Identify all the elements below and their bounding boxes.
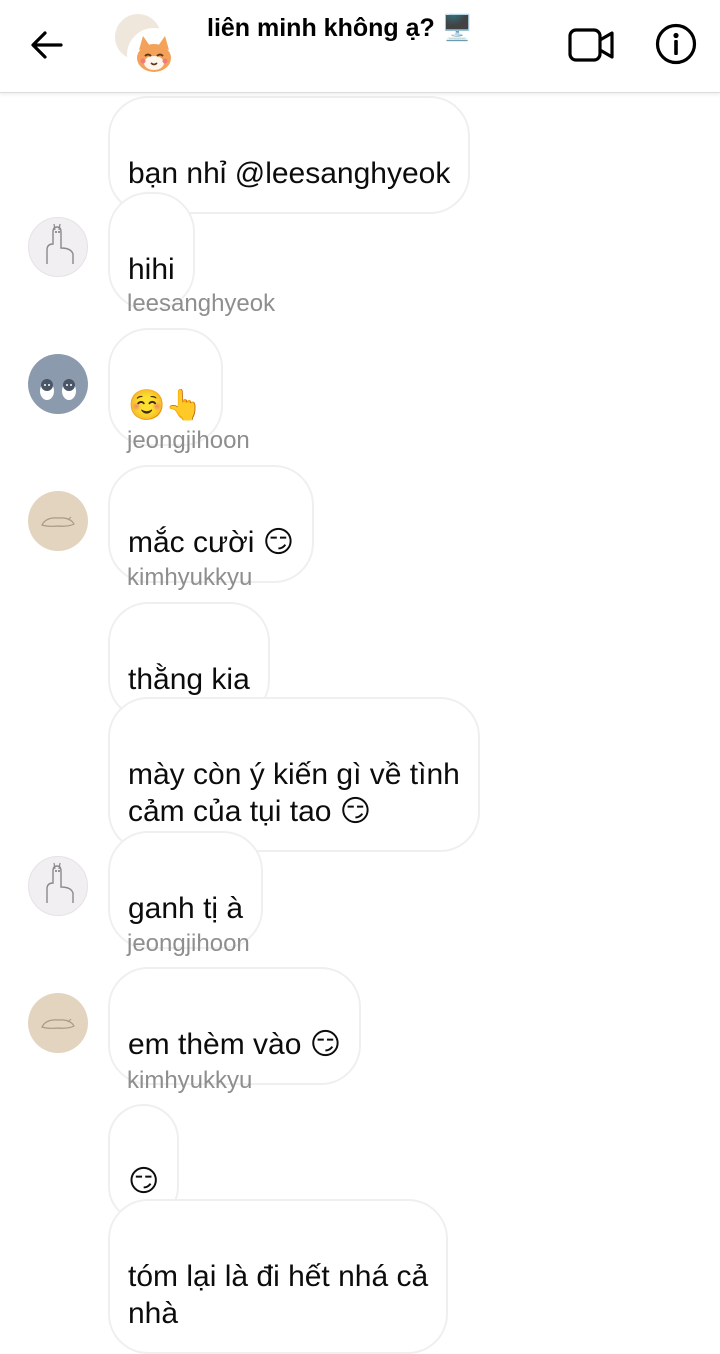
group-avatar-front xyxy=(127,28,181,82)
sender-username: jeongjihoon xyxy=(127,427,250,454)
message-text: thằng kia xyxy=(128,663,250,696)
arrow-left-icon xyxy=(31,31,63,59)
message-text: tóm lại là đi hết nhá cả nhà xyxy=(128,1260,429,1330)
message-bubble[interactable]: tóm lại là đi hết nhá cả nhà xyxy=(108,1199,449,1354)
info-icon xyxy=(655,23,697,65)
video-call-button[interactable] xyxy=(566,22,616,68)
sleeping-pet-icon xyxy=(41,516,75,527)
avatar[interactable] xyxy=(28,491,88,551)
info-button[interactable] xyxy=(652,20,700,68)
avatar[interactable] xyxy=(28,993,88,1053)
sender-username: kimhyukkyu xyxy=(127,564,253,591)
avatar[interactable] xyxy=(28,217,88,277)
avatar[interactable] xyxy=(28,856,88,916)
video-call-icon xyxy=(568,28,614,62)
message-text: ☺️👆 xyxy=(128,389,203,422)
message-text: hihi xyxy=(128,253,175,286)
message-text: ganh tị à xyxy=(128,892,244,925)
message-text: mày còn ý kiến gì về tình cảm của tụi ta… xyxy=(128,758,460,828)
message-text: mắc cười 😏 xyxy=(128,526,295,559)
avatar[interactable] xyxy=(28,354,88,414)
sender-username: kimhyukkyu xyxy=(127,1067,253,1094)
sender-username: jeongjihoon xyxy=(127,930,250,957)
chat-title[interactable]: liên minh không ạ? 🖥️ xyxy=(207,14,473,43)
sender-username: leesanghyeok xyxy=(127,290,276,317)
back-button[interactable] xyxy=(24,22,70,68)
group-avatar[interactable] xyxy=(115,14,181,82)
penguins-icon xyxy=(40,379,76,400)
alpaca-icon xyxy=(46,862,74,903)
chat-header: liên minh không ạ? 🖥️ xyxy=(0,0,720,93)
message-text: 😏 xyxy=(128,1165,160,1198)
alpaca-icon xyxy=(46,223,74,264)
message-bubble[interactable]: mày còn ý kiến gì về tình cảm của tụi ta… xyxy=(108,697,480,852)
cartoon-face-icon xyxy=(137,36,171,72)
message-text: bạn nhỉ @leesanghyeok xyxy=(128,157,451,190)
sleeping-pet-icon xyxy=(41,1018,75,1029)
message-text: em thèm vào 😏 xyxy=(128,1028,342,1061)
